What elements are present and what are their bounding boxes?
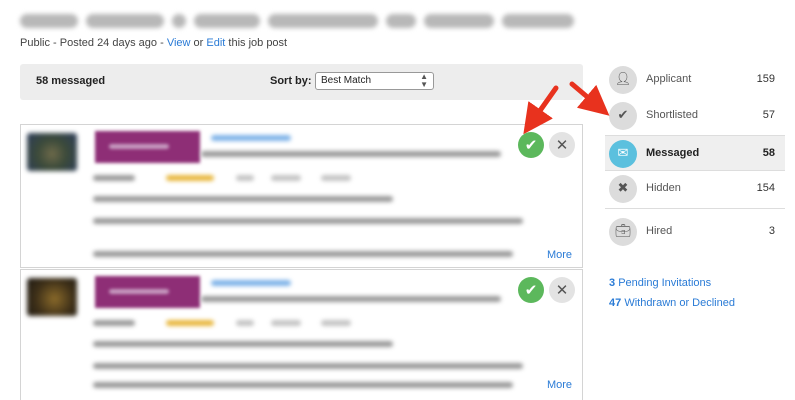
more-link[interactable]: More: [547, 249, 572, 261]
sidebar-item-count: 159: [756, 73, 775, 85]
person-icon: 👤︎: [609, 66, 637, 94]
stars-blurred: [166, 320, 214, 326]
applicant-card: ✔ ✕ More: [20, 269, 583, 400]
sidebar-item-count: 57: [762, 109, 775, 121]
sort-selected-value: Best Match: [321, 75, 372, 86]
sidebar-item-label: Shortlisted: [646, 109, 698, 121]
cover-letter-blurred: [93, 196, 393, 202]
sidebar-item-label: Hidden: [646, 182, 681, 194]
profile-banner-blurred: [95, 276, 200, 308]
visibility-text: Public: [20, 37, 50, 49]
job-post-meta: Public - Posted 24 days ago - View or Ed…: [20, 37, 288, 49]
applicant-title-blurred: [201, 151, 501, 157]
applicant-name-blurred[interactable]: [211, 280, 291, 286]
edit-link[interactable]: Edit: [206, 37, 225, 49]
check-icon: ✔: [524, 136, 538, 154]
applicant-card: ✔ ✕ More: [20, 124, 583, 268]
posted-date-text: Posted 24 days ago: [59, 37, 158, 49]
briefcase-icon: 💼︎: [609, 218, 637, 246]
profile-banner-blurred: [95, 131, 200, 163]
withdrawn-declined-link[interactable]: 47 Withdrawn or Declined: [609, 297, 735, 309]
sidebar-item-shortlisted[interactable]: ✔ Shortlisted 57: [605, 98, 785, 134]
avatar[interactable]: [27, 133, 77, 171]
sort-select[interactable]: Best Match ▲ ▼: [315, 72, 434, 90]
check-icon: ✔: [609, 102, 637, 130]
results-toolbar: 58 messaged Sort by: Best Match ▲ ▼: [20, 64, 583, 100]
pending-invitations-link[interactable]: 3 Pending Invitations: [609, 277, 711, 289]
stars-blurred: [166, 175, 214, 181]
sidebar-item-label: Messaged: [646, 147, 700, 159]
sidebar-item-hidden[interactable]: ✖ Hidden 154: [605, 171, 785, 207]
sidebar-divider: [605, 208, 785, 209]
select-arrows-icon: ▲ ▼: [420, 72, 428, 89]
rating-blurred: [93, 175, 135, 181]
sidebar-item-hired[interactable]: 💼︎ Hired 3: [605, 214, 785, 250]
sidebar-item-count: 58: [762, 147, 775, 159]
close-icon: ✕: [555, 281, 569, 299]
hide-button[interactable]: ✕: [549, 132, 575, 158]
rating-blurred: [93, 320, 135, 326]
more-link[interactable]: More: [547, 379, 572, 391]
check-icon: ✔: [524, 281, 538, 299]
sort-label: Sort by:: [270, 75, 312, 87]
job-title-blurred: [20, 10, 580, 32]
sidebar-item-count: 3: [768, 225, 775, 237]
avatar[interactable]: [27, 278, 77, 316]
envelope-icon: ✉: [609, 140, 637, 168]
applicant-name-blurred[interactable]: [211, 135, 291, 141]
view-link[interactable]: View: [167, 37, 191, 49]
close-icon: ✖: [609, 175, 637, 203]
close-icon: ✕: [555, 136, 569, 154]
messaged-count: 58 messaged: [36, 75, 106, 87]
shortlist-button[interactable]: ✔: [518, 132, 544, 158]
sidebar-item-label: Applicant: [646, 73, 692, 85]
sidebar-item-label: Hired: [646, 225, 673, 237]
applicant-title-blurred: [201, 296, 501, 302]
shortlist-button[interactable]: ✔: [518, 277, 544, 303]
cover-letter-blurred: [93, 341, 393, 347]
sidebar-item-applicant[interactable]: 👤︎ Applicant 159: [605, 62, 785, 98]
sidebar-item-messaged[interactable]: ✉ Messaged 58: [605, 135, 785, 171]
sidebar-item-count: 154: [756, 182, 775, 194]
hide-button[interactable]: ✕: [549, 277, 575, 303]
